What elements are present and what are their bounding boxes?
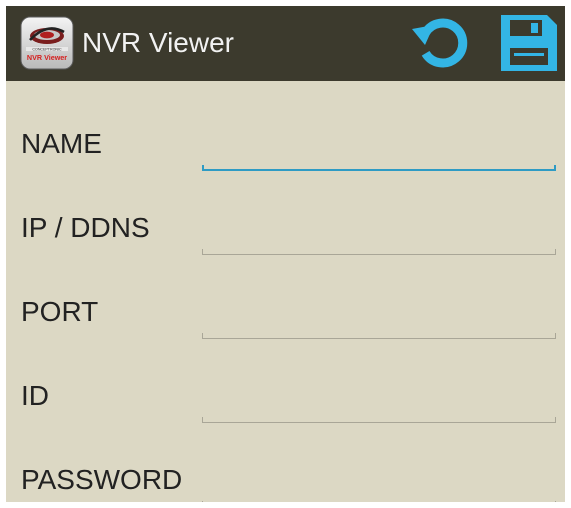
id-label: ID bbox=[21, 380, 49, 411]
port-field-row: PORT bbox=[6, 249, 565, 339]
save-icon bbox=[501, 15, 557, 71]
app-title: NVR Viewer bbox=[82, 27, 234, 58]
app-logo-icon: CONCEPTRONIC NVR Viewer bbox=[20, 16, 74, 70]
port-input[interactable] bbox=[202, 305, 556, 335]
ip-ddns-label: IP / DDNS bbox=[21, 212, 150, 243]
name-label: NAME bbox=[21, 128, 102, 159]
password-label: PASSWORD bbox=[21, 464, 183, 495]
port-label: PORT bbox=[21, 296, 99, 327]
ip-ddns-field-row: IP / DDNS bbox=[6, 165, 565, 255]
password-input[interactable] bbox=[202, 473, 556, 502]
app-logo-caption: NVR Viewer bbox=[27, 53, 67, 62]
id-input[interactable] bbox=[202, 389, 556, 419]
app-logo-brand-text: CONCEPTRONIC bbox=[32, 48, 62, 52]
name-field-row: NAME bbox=[6, 81, 565, 171]
nvr-viewer-screen: CONCEPTRONIC NVR Viewer NVR Viewer NAME bbox=[6, 6, 565, 502]
password-input-underline bbox=[202, 501, 556, 502]
name-input[interactable] bbox=[202, 137, 556, 167]
id-field-row: ID bbox=[6, 333, 565, 423]
refresh-button[interactable] bbox=[406, 10, 472, 76]
password-field-row: PASSWORD bbox=[6, 417, 565, 502]
action-bar: CONCEPTRONIC NVR Viewer NVR Viewer bbox=[6, 6, 565, 81]
refresh-icon bbox=[412, 18, 468, 68]
save-button[interactable] bbox=[496, 10, 562, 76]
ip-ddns-input[interactable] bbox=[202, 221, 556, 251]
